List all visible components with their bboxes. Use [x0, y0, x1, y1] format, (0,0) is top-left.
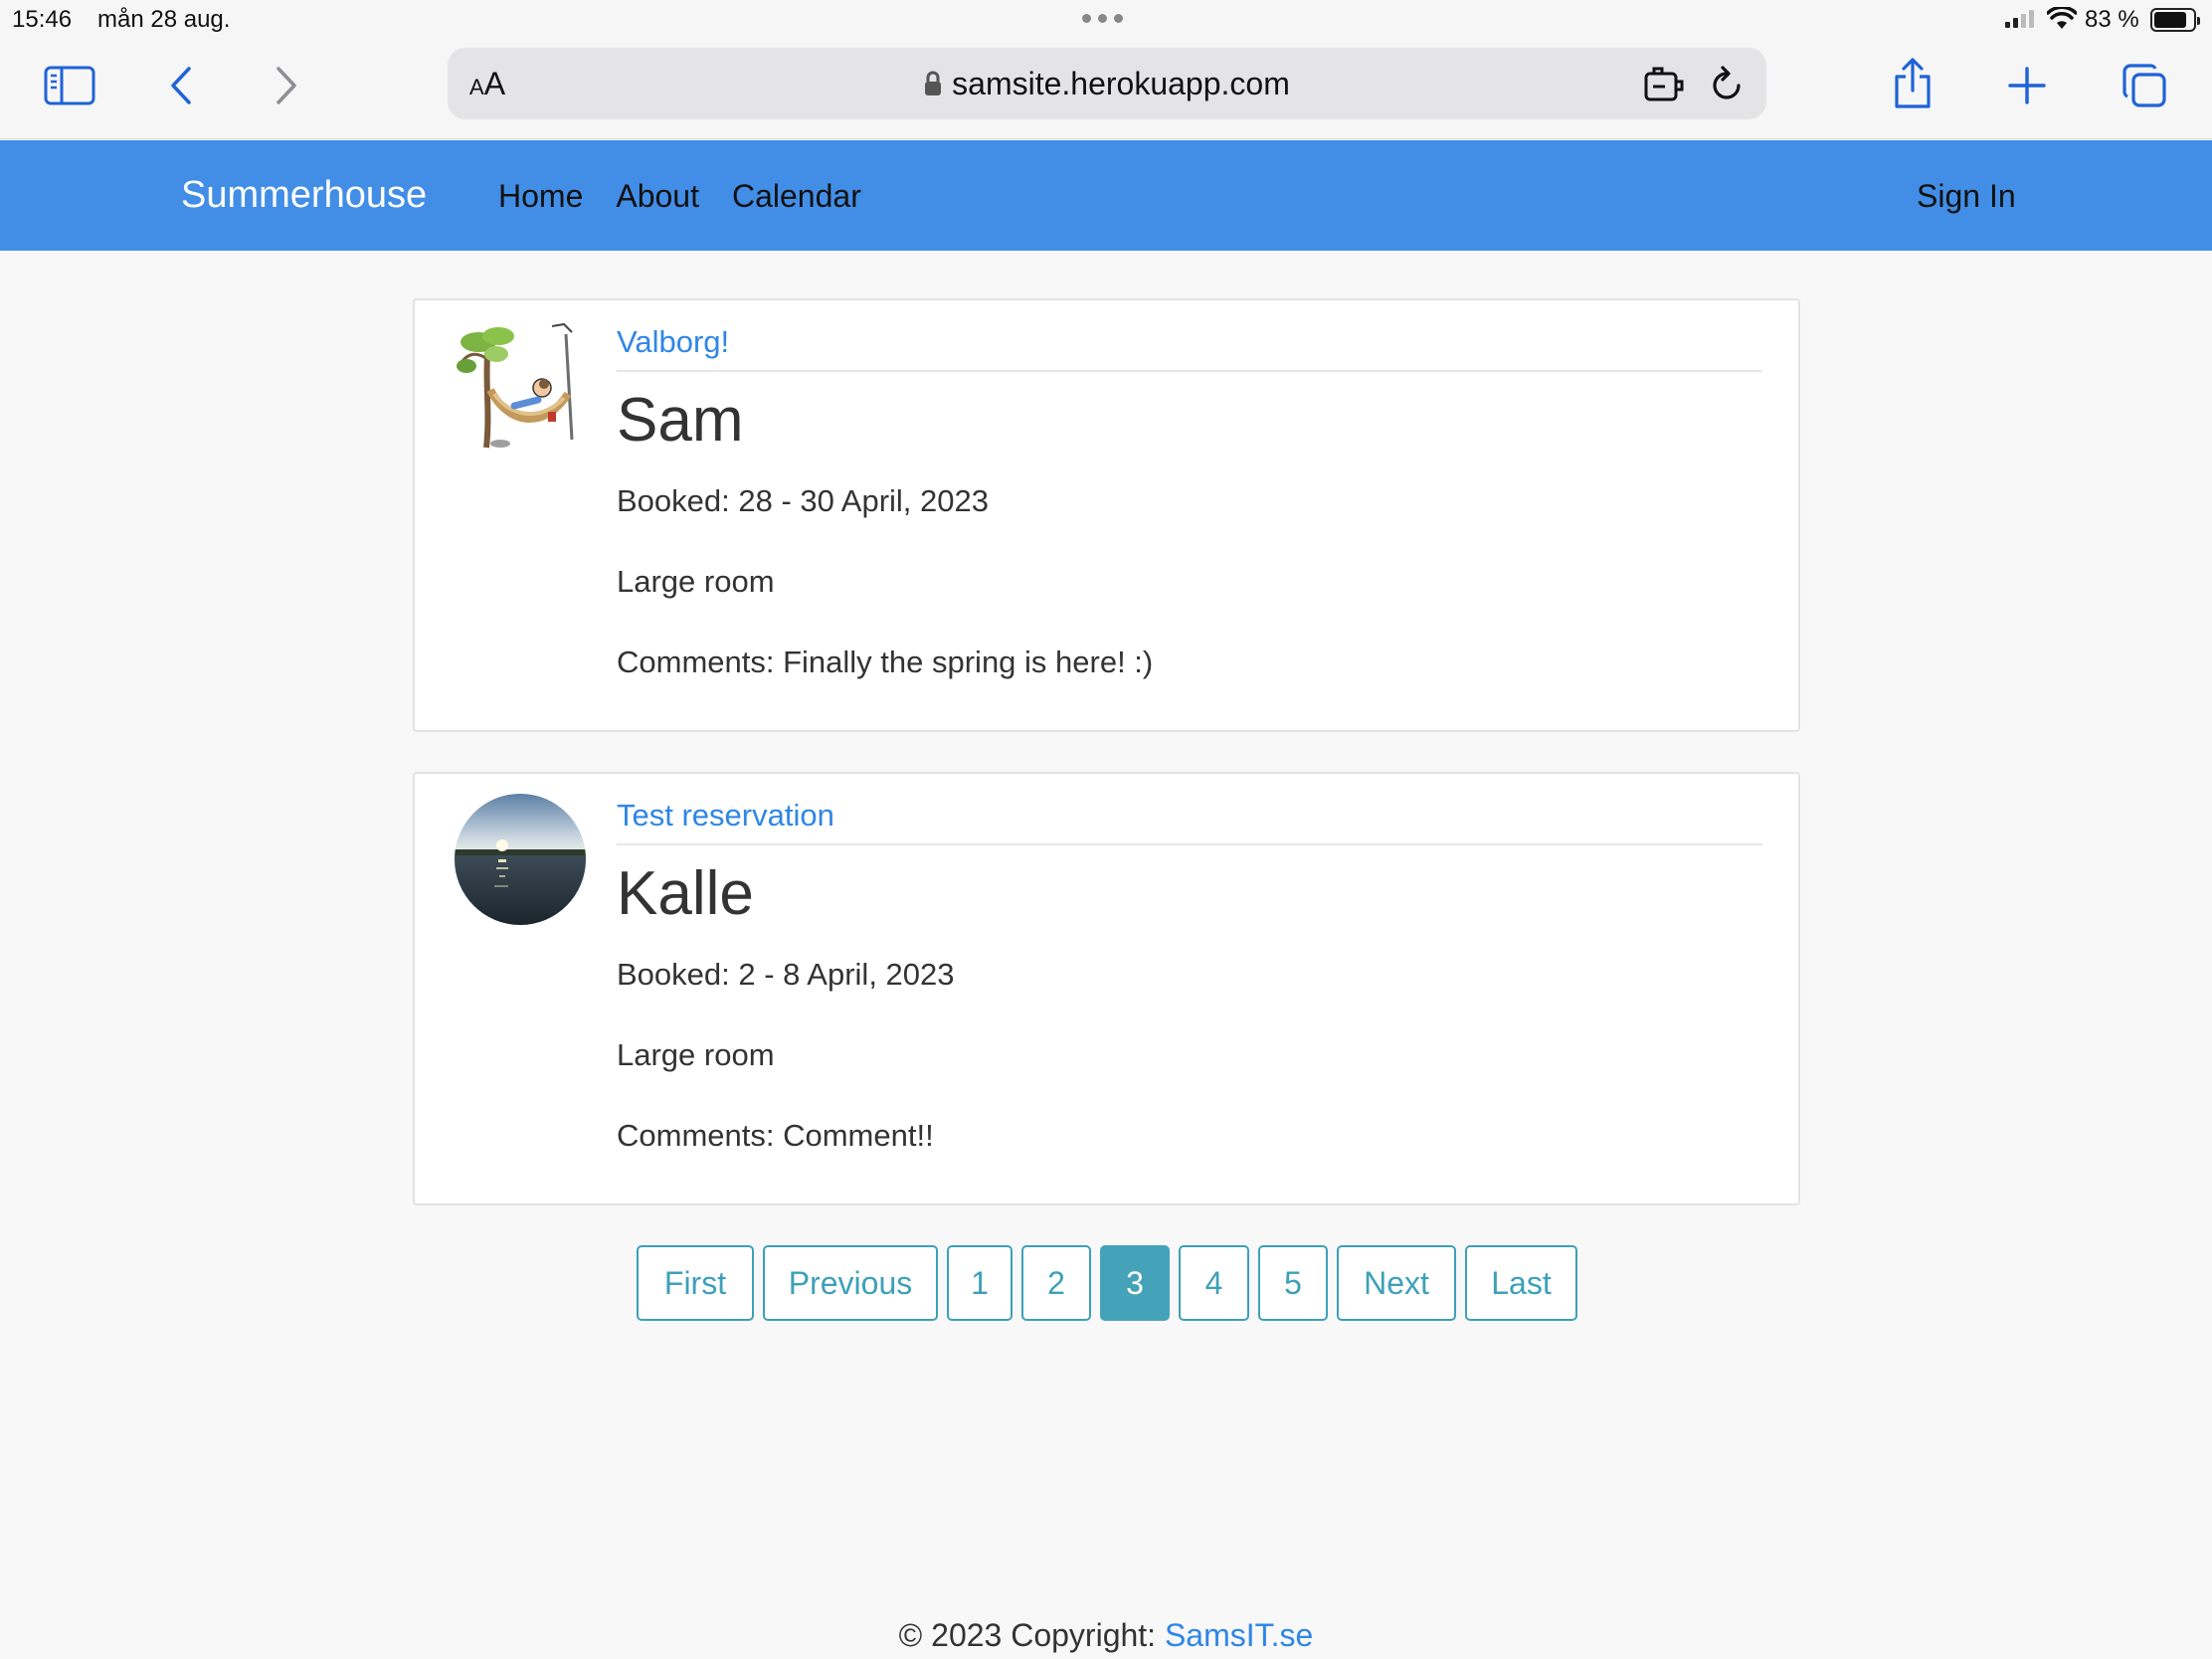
pagination-page-4[interactable]: 4 — [1179, 1245, 1249, 1321]
reservation-guest-name: Kalle — [617, 859, 754, 928]
battery-percentage: 83 % — [2085, 6, 2139, 33]
nav-link-calendar[interactable]: Calendar — [732, 178, 861, 215]
status-time: 15:46 — [12, 6, 73, 33]
pagination-page-1[interactable]: 1 — [947, 1245, 1013, 1321]
pagination-page-3-current[interactable]: 3 — [1100, 1245, 1170, 1321]
wifi-icon — [2047, 7, 2077, 29]
forward-icon[interactable] — [269, 62, 304, 109]
reservation-booked-dates: Booked: 2 - 8 April, 2023 — [617, 957, 955, 992]
lock-icon — [925, 71, 942, 95]
share-icon[interactable] — [1890, 56, 1936, 111]
reservation-booked-dates: Booked: 28 - 30 April, 2023 — [617, 483, 989, 518]
avatar — [455, 794, 586, 925]
avatar — [455, 320, 586, 452]
reload-icon[interactable] — [1709, 64, 1745, 103]
brand-link[interactable]: Summerhouse — [181, 174, 427, 217]
pagination-previous-button[interactable]: Previous — [763, 1245, 938, 1321]
site-navbar: Summerhouse Home About Calendar Sign In — [0, 140, 2212, 251]
nav-links: Home About Calendar — [498, 178, 861, 215]
tabs-icon[interactable] — [2120, 62, 2168, 109]
pagination-page-5[interactable]: 5 — [1258, 1245, 1328, 1321]
battery-icon — [2150, 8, 2200, 32]
pagination-next-button[interactable]: Next — [1337, 1245, 1456, 1321]
reservation-guest-name: Sam — [617, 386, 744, 455]
cellular-signal-icon — [2005, 10, 2034, 28]
reservation-room: Large room — [617, 1037, 775, 1072]
reservation-title-link[interactable]: Valborg! — [617, 324, 1762, 372]
address-bar[interactable]: AA samsite.herokuapp.com — [448, 48, 1766, 119]
new-tab-icon[interactable] — [2005, 64, 2049, 107]
hammock-illustration-icon — [457, 322, 574, 449]
url-text: samsite.herokuapp.com — [952, 66, 1290, 101]
pagination-page-2[interactable]: 2 — [1021, 1245, 1091, 1321]
reservation-room: Large room — [617, 564, 775, 599]
status-bar: 15:46 mån 28 aug. 83 % — [0, 0, 2212, 40]
sunset-lake-photo-icon — [455, 794, 586, 925]
browser-toolbar: AA samsite.herokuapp.com — [0, 40, 2212, 139]
reservation-comments: Comments: Comment!! — [617, 1118, 934, 1153]
reservation-card: Test reservation Kalle Booked: 2 - 8 Apr… — [413, 772, 1800, 1205]
sign-in-link[interactable]: Sign In — [1917, 178, 2016, 215]
footer-copyright: © 2023 Copyright: — [898, 1617, 1165, 1653]
back-icon[interactable] — [163, 62, 199, 109]
pagination-last-button[interactable]: Last — [1465, 1245, 1577, 1321]
nav-link-home[interactable]: Home — [498, 178, 583, 215]
pagination-first-button[interactable]: First — [637, 1245, 754, 1321]
footer-link[interactable]: SamsIT.se — [1165, 1617, 1313, 1653]
pagination: First Previous 1 2 3 4 5 Next Last — [637, 1245, 1577, 1321]
reservation-title-link[interactable]: Test reservation — [617, 798, 1762, 845]
multitasking-dots-icon[interactable] — [1082, 14, 1123, 23]
sidebar-icon[interactable] — [42, 64, 97, 107]
nav-link-about[interactable]: About — [616, 178, 699, 215]
reservation-comments: Comments: Finally the spring is here! :) — [617, 645, 1154, 679]
status-date: mån 28 aug. — [97, 6, 231, 33]
reservation-card: Valborg! Sam Booked: 28 - 30 April, 2023… — [413, 298, 1800, 732]
extension-icon[interactable] — [1643, 66, 1687, 103]
footer: © 2023 Copyright: SamsIT.se — [0, 1617, 2212, 1654]
